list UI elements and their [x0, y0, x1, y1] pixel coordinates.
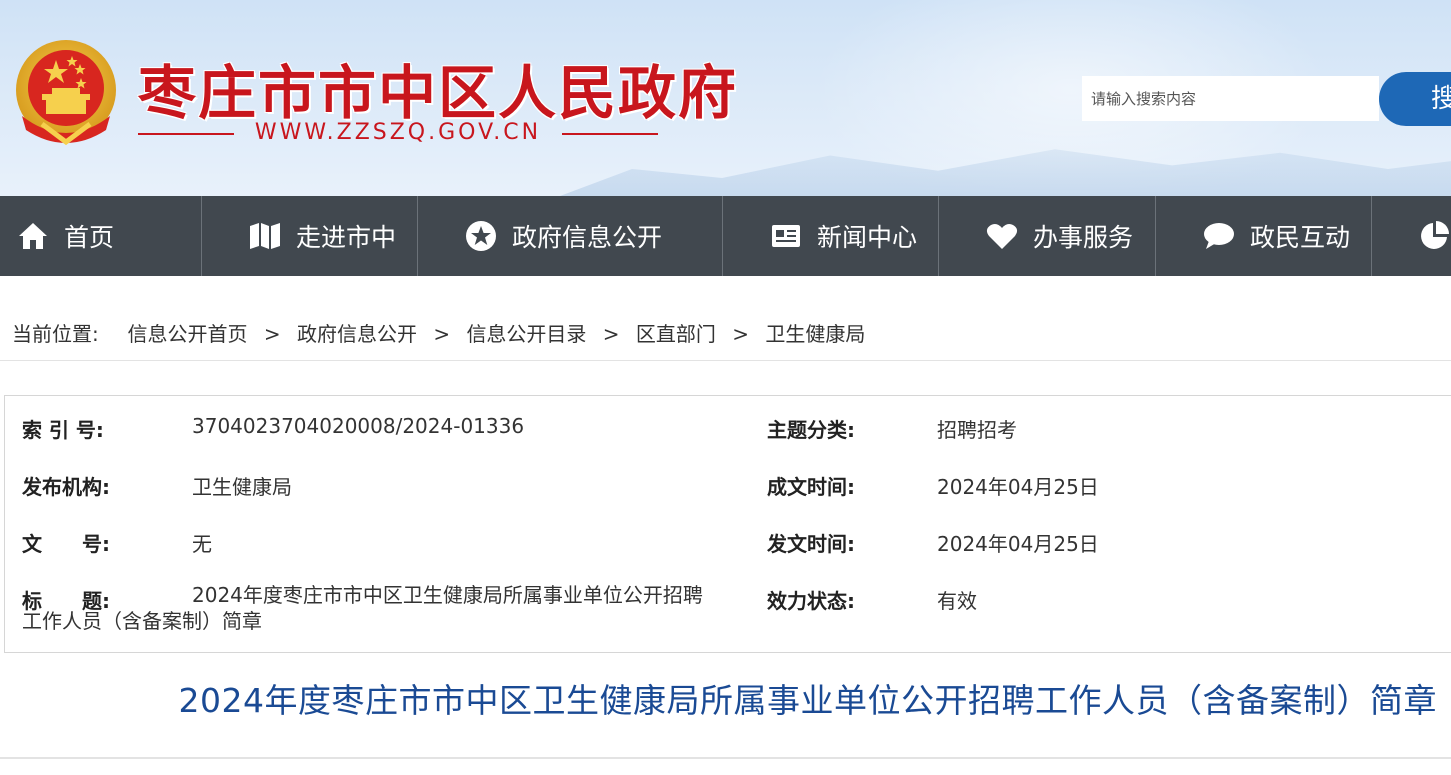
- topic-value: 招聘招考: [937, 418, 1017, 442]
- search-button[interactable]: 搜: [1379, 72, 1451, 126]
- nav-label: 首页: [64, 223, 115, 252]
- nav-item-data[interactable]: [1372, 196, 1451, 276]
- status-label: 效力状态:: [767, 589, 855, 613]
- search-input[interactable]: [1082, 76, 1379, 121]
- created-date-label: 成文时间:: [767, 475, 855, 499]
- article-divider: [0, 757, 1451, 759]
- issued-date-value: 2024年04月25日: [937, 532, 1099, 556]
- breadcrumb-prefix: 当前位置:: [12, 322, 99, 346]
- breadcrumb-separator: >: [263, 322, 281, 346]
- created-date-value: 2024年04月25日: [937, 475, 1099, 499]
- nav-label: 新闻中心: [817, 223, 918, 252]
- doc-number-value: 无: [192, 532, 212, 556]
- main-nav: 首页 走进市中 政府信息公开 新闻中心 办事服务 政民互动: [0, 196, 1451, 276]
- breadcrumb-separator: >: [602, 322, 620, 346]
- breadcrumb: 当前位置: 信息公开首页 > 政府信息公开 > 信息公开目录 > 区直部门 > …: [12, 318, 865, 347]
- breadcrumb-separator: >: [433, 322, 451, 346]
- chat-icon: [1202, 219, 1236, 253]
- nav-label: 走进市中: [296, 223, 397, 252]
- breadcrumb-divider: [0, 360, 1451, 361]
- nav-item-interaction[interactable]: 政民互动: [1156, 196, 1372, 276]
- nav-item-news[interactable]: 新闻中心: [723, 196, 939, 276]
- url-divider-right: [562, 133, 658, 135]
- index-label: 索 引 号:: [22, 418, 104, 442]
- breadcrumb-link-info-home[interactable]: 信息公开首页: [127, 322, 247, 346]
- site-title: 枣庄市市中区人民政府: [138, 59, 739, 127]
- doc-number-label: 文 号:: [22, 532, 110, 556]
- breadcrumb-link-gov-info[interactable]: 政府信息公开: [297, 322, 417, 346]
- nav-label: 政府信息公开: [512, 223, 663, 252]
- issued-date-label: 发文时间:: [767, 532, 855, 556]
- document-info-table: 索 引 号: 3704023704020008/2024-01336 主题分类:…: [4, 395, 1451, 653]
- breadcrumb-link-district-depts[interactable]: 区直部门: [636, 322, 716, 346]
- site-url: WWW.ZZSZQ.GOV.CN: [254, 120, 542, 145]
- national-emblem-icon: [16, 40, 116, 146]
- home-icon: [16, 219, 50, 253]
- breadcrumb-link-catalog[interactable]: 信息公开目录: [466, 322, 586, 346]
- nav-label: 办事服务: [1033, 223, 1134, 252]
- chart-icon: [1418, 219, 1450, 253]
- nav-item-services[interactable]: 办事服务: [939, 196, 1156, 276]
- index-value: 3704023704020008/2024-01336: [192, 414, 525, 438]
- publisher-value: 卫生健康局: [192, 475, 292, 499]
- article-title: 2024年度枣庄市市中区卫生健康局所属事业单位公开招聘工作人员（含备案制）简章: [178, 681, 1437, 720]
- nav-item-home[interactable]: 首页: [0, 196, 202, 276]
- news-icon: [769, 219, 803, 253]
- topic-label: 主题分类:: [767, 418, 855, 442]
- breadcrumb-separator: >: [732, 322, 750, 346]
- status-value: 有效: [937, 589, 977, 613]
- heart-icon: [985, 219, 1019, 253]
- nav-item-gov-info[interactable]: 政府信息公开: [418, 196, 723, 276]
- star-icon: [464, 219, 498, 253]
- site-url-row: WWW.ZZSZQ.GOV.CN: [138, 120, 658, 148]
- site-header: 枣庄市市中区人民政府 WWW.ZZSZQ.GOV.CN 搜: [0, 0, 1451, 196]
- publisher-label: 发布机构:: [22, 475, 110, 499]
- title-value: 2024年度枣庄市市中区卫生健康局所属事业单位公开招聘工作人员（含备案制）简章: [22, 583, 703, 633]
- map-icon: [248, 219, 282, 253]
- breadcrumb-link-health-bureau[interactable]: 卫生健康局: [765, 322, 865, 346]
- url-divider-left: [138, 133, 234, 135]
- nav-label: 政民互动: [1250, 223, 1351, 252]
- nav-item-about[interactable]: 走进市中: [202, 196, 418, 276]
